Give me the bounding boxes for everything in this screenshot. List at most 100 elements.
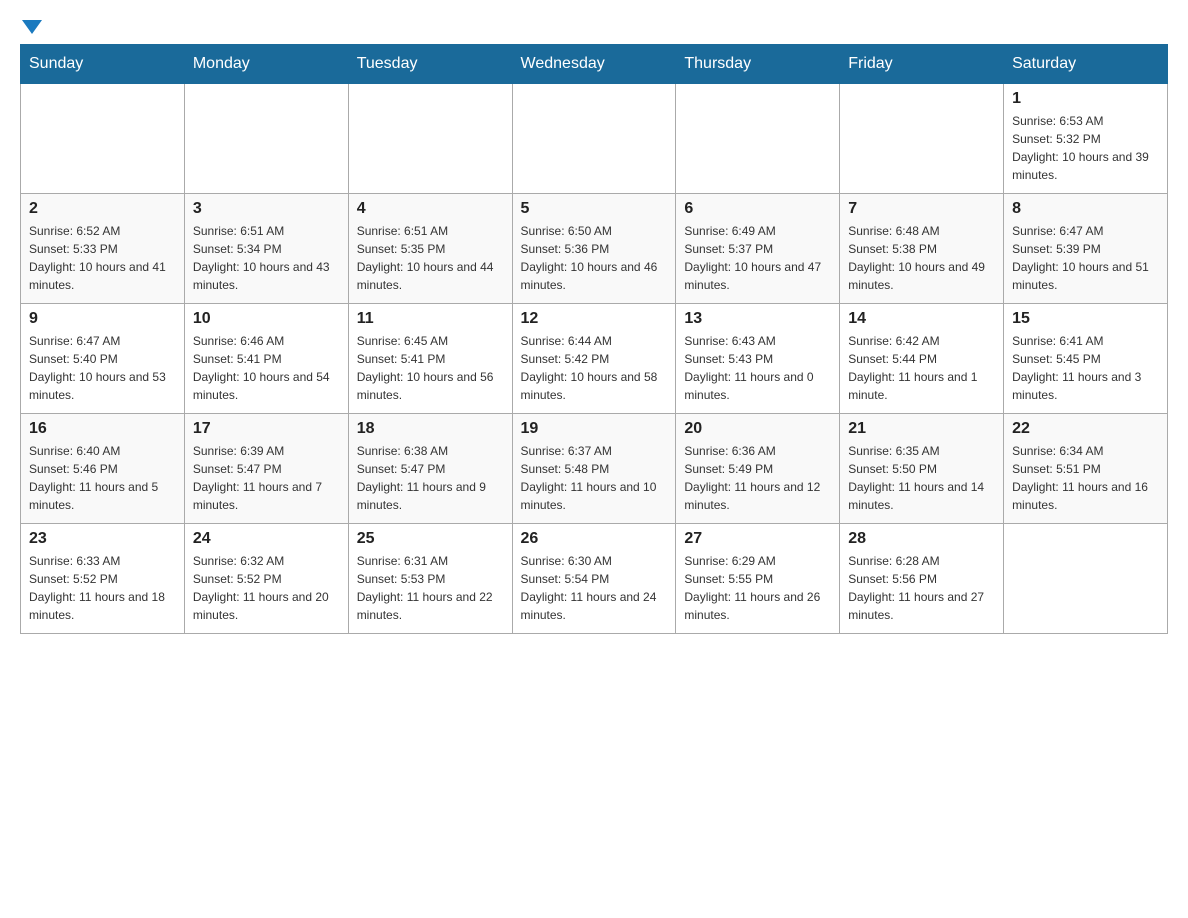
day-info: Sunrise: 6:46 AMSunset: 5:41 PMDaylight:… [193, 332, 340, 404]
calendar-header-row: SundayMondayTuesdayWednesdayThursdayFrid… [21, 45, 1168, 84]
calendar-cell: 28 Sunrise: 6:28 AMSunset: 5:56 PMDayligh… [840, 524, 1004, 634]
calendar-cell [512, 84, 676, 194]
weekday-header-sunday: Sunday [21, 45, 185, 84]
day-number: 18 [357, 420, 504, 438]
calendar-cell: 23 Sunrise: 6:33 AMSunset: 5:52 PMDayligh… [21, 524, 185, 634]
day-info: Sunrise: 6:49 AMSunset: 5:37 PMDaylight:… [684, 222, 831, 294]
calendar-cell: 12 Sunrise: 6:44 AMSunset: 5:42 PMDayligh… [512, 304, 676, 414]
logo [20, 20, 44, 34]
calendar-cell: 20 Sunrise: 6:36 AMSunset: 5:49 PMDayligh… [676, 414, 840, 524]
calendar-cell: 13 Sunrise: 6:43 AMSunset: 5:43 PMDayligh… [676, 304, 840, 414]
day-info: Sunrise: 6:47 AMSunset: 5:40 PMDaylight:… [29, 332, 176, 404]
day-info: Sunrise: 6:51 AMSunset: 5:34 PMDaylight:… [193, 222, 340, 294]
day-info: Sunrise: 6:37 AMSunset: 5:48 PMDaylight:… [521, 442, 668, 514]
day-number: 16 [29, 420, 176, 438]
day-info: Sunrise: 6:34 AMSunset: 5:51 PMDaylight:… [1012, 442, 1159, 514]
day-number: 15 [1012, 310, 1159, 328]
day-number: 7 [848, 200, 995, 218]
day-info: Sunrise: 6:29 AMSunset: 5:55 PMDaylight:… [684, 552, 831, 624]
day-number: 5 [521, 200, 668, 218]
calendar-cell: 27 Sunrise: 6:29 AMSunset: 5:55 PMDayligh… [676, 524, 840, 634]
day-number: 24 [193, 530, 340, 548]
calendar-cell: 19 Sunrise: 6:37 AMSunset: 5:48 PMDayligh… [512, 414, 676, 524]
day-number: 14 [848, 310, 995, 328]
calendar-cell [1004, 524, 1168, 634]
calendar-cell: 7 Sunrise: 6:48 AMSunset: 5:38 PMDaylight… [840, 194, 1004, 304]
day-info: Sunrise: 6:50 AMSunset: 5:36 PMDaylight:… [521, 222, 668, 294]
calendar-cell: 3 Sunrise: 6:51 AMSunset: 5:34 PMDaylight… [184, 194, 348, 304]
calendar-cell: 18 Sunrise: 6:38 AMSunset: 5:47 PMDayligh… [348, 414, 512, 524]
day-number: 13 [684, 310, 831, 328]
day-number: 8 [1012, 200, 1159, 218]
day-info: Sunrise: 6:40 AMSunset: 5:46 PMDaylight:… [29, 442, 176, 514]
day-info: Sunrise: 6:38 AMSunset: 5:47 PMDaylight:… [357, 442, 504, 514]
calendar-cell: 21 Sunrise: 6:35 AMSunset: 5:50 PMDayligh… [840, 414, 1004, 524]
day-info: Sunrise: 6:31 AMSunset: 5:53 PMDaylight:… [357, 552, 504, 624]
calendar-cell: 10 Sunrise: 6:46 AMSunset: 5:41 PMDayligh… [184, 304, 348, 414]
calendar-cell: 17 Sunrise: 6:39 AMSunset: 5:47 PMDayligh… [184, 414, 348, 524]
calendar-week-row: 23 Sunrise: 6:33 AMSunset: 5:52 PMDayligh… [21, 524, 1168, 634]
calendar-table: SundayMondayTuesdayWednesdayThursdayFrid… [20, 44, 1168, 634]
calendar-week-row: 1Sunrise: 6:53 AMSunset: 5:32 PMDaylight… [21, 84, 1168, 194]
calendar-cell [348, 84, 512, 194]
calendar-cell: 8Sunrise: 6:47 AMSunset: 5:39 PMDaylight… [1004, 194, 1168, 304]
day-number: 10 [193, 310, 340, 328]
calendar-cell: 5 Sunrise: 6:50 AMSunset: 5:36 PMDaylight… [512, 194, 676, 304]
day-info: Sunrise: 6:51 AMSunset: 5:35 PMDaylight:… [357, 222, 504, 294]
day-info: Sunrise: 6:41 AMSunset: 5:45 PMDaylight:… [1012, 332, 1159, 404]
day-number: 28 [848, 530, 995, 548]
calendar-cell: 24 Sunrise: 6:32 AMSunset: 5:52 PMDayligh… [184, 524, 348, 634]
calendar-cell: 6 Sunrise: 6:49 AMSunset: 5:37 PMDaylight… [676, 194, 840, 304]
day-info: Sunrise: 6:30 AMSunset: 5:54 PMDaylight:… [521, 552, 668, 624]
weekday-header-friday: Friday [840, 45, 1004, 84]
calendar-cell: 25Sunrise: 6:31 AMSunset: 5:53 PMDayligh… [348, 524, 512, 634]
weekday-header-wednesday: Wednesday [512, 45, 676, 84]
day-info: Sunrise: 6:45 AMSunset: 5:41 PMDaylight:… [357, 332, 504, 404]
weekday-header-monday: Monday [184, 45, 348, 84]
day-number: 17 [193, 420, 340, 438]
calendar-cell [840, 84, 1004, 194]
day-number: 27 [684, 530, 831, 548]
calendar-cell: 2Sunrise: 6:52 AMSunset: 5:33 PMDaylight… [21, 194, 185, 304]
weekday-header-saturday: Saturday [1004, 45, 1168, 84]
day-info: Sunrise: 6:39 AMSunset: 5:47 PMDaylight:… [193, 442, 340, 514]
calendar-cell: 1Sunrise: 6:53 AMSunset: 5:32 PMDaylight… [1004, 84, 1168, 194]
day-number: 3 [193, 200, 340, 218]
day-number: 12 [521, 310, 668, 328]
day-number: 11 [357, 310, 504, 328]
day-number: 9 [29, 310, 176, 328]
calendar-cell: 14 Sunrise: 6:42 AMSunset: 5:44 PMDayligh… [840, 304, 1004, 414]
logo-triangle-icon [22, 20, 42, 34]
day-info: Sunrise: 6:42 AMSunset: 5:44 PMDaylight:… [848, 332, 995, 404]
day-info: Sunrise: 6:32 AMSunset: 5:52 PMDaylight:… [193, 552, 340, 624]
day-info: Sunrise: 6:36 AMSunset: 5:49 PMDaylight:… [684, 442, 831, 514]
calendar-week-row: 9 Sunrise: 6:47 AMSunset: 5:40 PMDaylight… [21, 304, 1168, 414]
calendar-cell: 15 Sunrise: 6:41 AMSunset: 5:45 PMDayligh… [1004, 304, 1168, 414]
calendar-cell [676, 84, 840, 194]
day-info: Sunrise: 6:43 AMSunset: 5:43 PMDaylight:… [684, 332, 831, 404]
day-info: Sunrise: 6:35 AMSunset: 5:50 PMDaylight:… [848, 442, 995, 514]
calendar-cell [21, 84, 185, 194]
day-number: 4 [357, 200, 504, 218]
calendar-week-row: 16 Sunrise: 6:40 AMSunset: 5:46 PMDayligh… [21, 414, 1168, 524]
day-info: Sunrise: 6:44 AMSunset: 5:42 PMDaylight:… [521, 332, 668, 404]
day-number: 26 [521, 530, 668, 548]
page-header [20, 20, 1168, 34]
day-number: 6 [684, 200, 831, 218]
calendar-week-row: 2Sunrise: 6:52 AMSunset: 5:33 PMDaylight… [21, 194, 1168, 304]
calendar-cell: 16 Sunrise: 6:40 AMSunset: 5:46 PMDayligh… [21, 414, 185, 524]
day-number: 19 [521, 420, 668, 438]
day-number: 20 [684, 420, 831, 438]
calendar-cell: 22 Sunrise: 6:34 AMSunset: 5:51 PMDayligh… [1004, 414, 1168, 524]
day-number: 22 [1012, 420, 1159, 438]
weekday-header-thursday: Thursday [676, 45, 840, 84]
weekday-header-tuesday: Tuesday [348, 45, 512, 84]
calendar-cell: 4 Sunrise: 6:51 AMSunset: 5:35 PMDaylight… [348, 194, 512, 304]
day-info: Sunrise: 6:28 AMSunset: 5:56 PMDaylight:… [848, 552, 995, 624]
day-number: 21 [848, 420, 995, 438]
day-info: Sunrise: 6:48 AMSunset: 5:38 PMDaylight:… [848, 222, 995, 294]
day-info: Sunrise: 6:53 AMSunset: 5:32 PMDaylight:… [1012, 112, 1159, 184]
day-number: 23 [29, 530, 176, 548]
day-info: Sunrise: 6:33 AMSunset: 5:52 PMDaylight:… [29, 552, 176, 624]
calendar-cell [184, 84, 348, 194]
